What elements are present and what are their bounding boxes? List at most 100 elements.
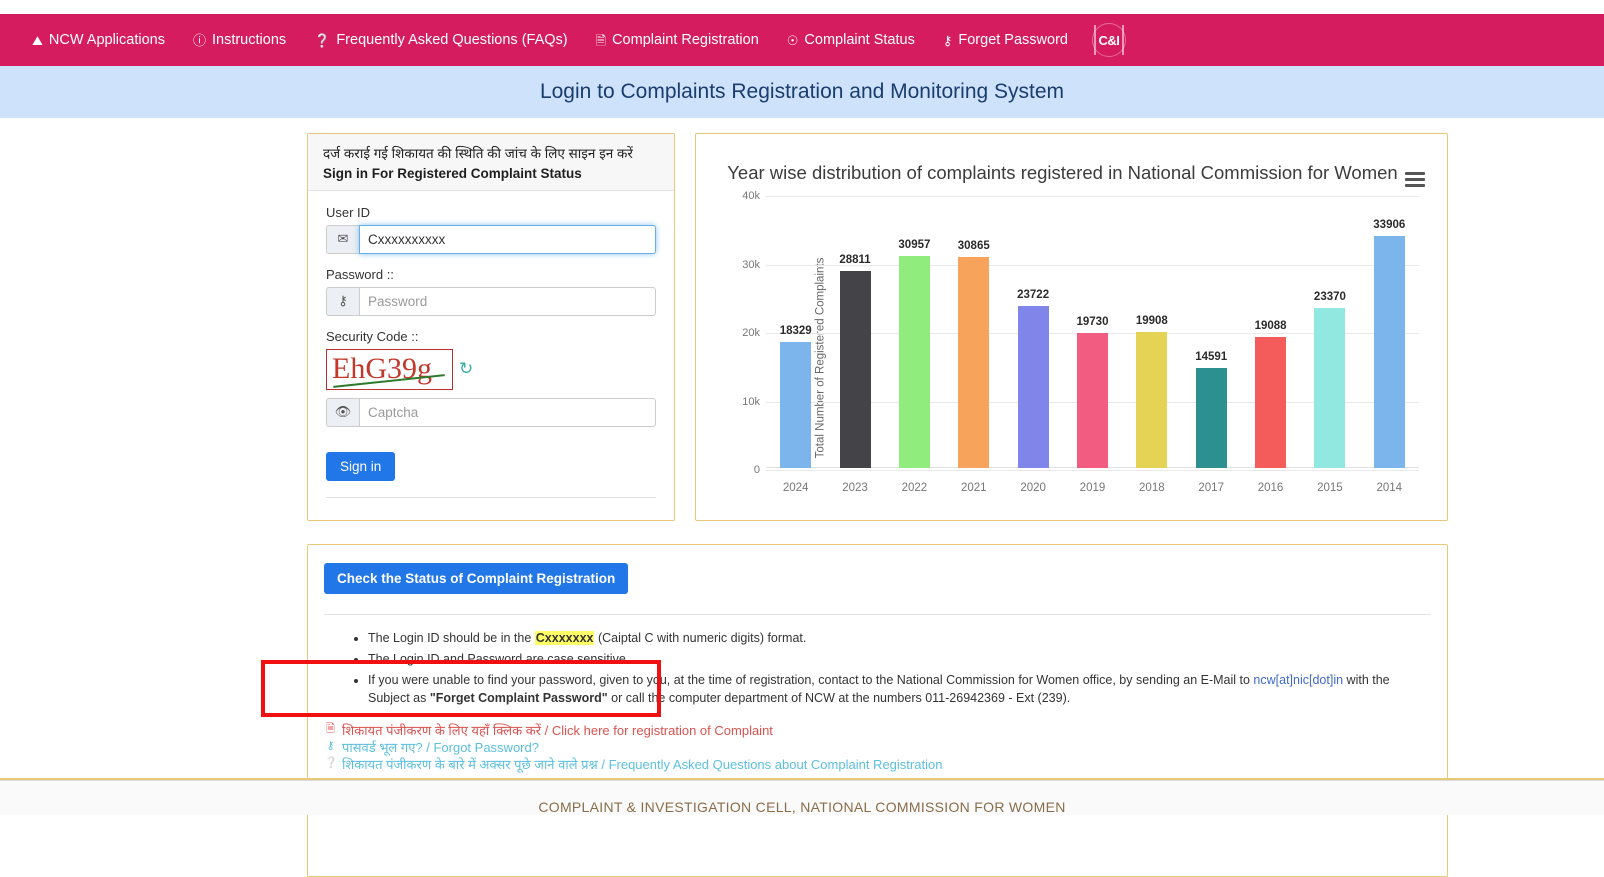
registration-link[interactable]: शिकायत पंजीकरण के लिए यहाँ क्लिक करें / … [342, 723, 773, 739]
footer-text: COMPLAINT & INVESTIGATION CELL, NATIONAL… [538, 799, 1065, 815]
chart-bar-column[interactable]: 23370 [1300, 196, 1359, 468]
chart-bar-value-label: 19088 [1255, 320, 1287, 332]
chart-bar-value-label: 18329 [780, 325, 812, 337]
bullet-3-pre: If you were unable to find your password… [368, 673, 1253, 687]
key-icon: ⚷ [326, 287, 359, 316]
chart-bar-column[interactable]: 28811 [825, 196, 884, 468]
chart-title: Year wise distribution of complaints reg… [696, 162, 1447, 184]
bullet-3-bold: "Forget Complaint Password" [430, 691, 608, 705]
nav-item-complaint-registration[interactable]: 🗎 Complaint Registration [582, 33, 773, 48]
chart-bar[interactable] [1196, 368, 1227, 468]
refresh-icon[interactable]: ↻ [459, 359, 473, 379]
nav-item-instructions[interactable]: ⓘ Instructions [179, 33, 300, 48]
link-row-faq[interactable]: ❔ शिकायत पंजीकरण के बारे में अक्सर पूछे … [324, 757, 1431, 773]
captcha-input[interactable] [359, 398, 656, 427]
page-title-band: Login to Complaints Registration and Mon… [0, 66, 1604, 118]
question-circle-icon: ❔ [324, 757, 337, 771]
info-links: 🗎 शिकायत पंजीकरण के लिए यहाँ क्लिक करें … [324, 723, 1431, 774]
chart-bars: 18329 28811 30957 30865 237221973019908 14591… [766, 196, 1419, 468]
chart-x-tick-label: 2014 [1360, 482, 1419, 494]
chart-bar[interactable] [1374, 236, 1405, 468]
list-item: The Login ID should be in the Cxxxxxxx (… [368, 629, 1431, 647]
chart-bar[interactable] [1077, 333, 1108, 468]
security-code-label: Security Code :: [326, 329, 656, 344]
login-card-divider [326, 497, 656, 498]
chart-bar-column[interactable]: 19908 [1122, 196, 1181, 468]
nav-label: NCW Applications [49, 33, 165, 48]
key-icon: ⚷ [324, 740, 337, 754]
info-card: Check the Status of Complaint Registrati… [307, 544, 1448, 877]
nav-item-ncw-applications[interactable]: ⛰ NCW Applications [18, 33, 179, 48]
chart-bar-value-label: 30957 [898, 239, 930, 251]
sign-in-button[interactable]: Sign in [326, 452, 395, 481]
eye-icon: 👁 [326, 398, 359, 427]
key-icon: ⚷ [943, 34, 953, 47]
question-circle-icon: ❔ [314, 34, 330, 47]
file-icon: 🗎 [596, 34, 606, 47]
nav-label: Instructions [212, 33, 286, 48]
logo-bar-right [1122, 25, 1124, 55]
info-bullet-list: The Login ID should be in the Cxxxxxxx (… [324, 629, 1431, 708]
chart-bar-column[interactable]: 19730 [1063, 196, 1122, 468]
userid-label: User ID [326, 205, 656, 220]
chart-bar[interactable] [840, 271, 871, 468]
chart-bar-value-label: 30865 [958, 240, 990, 252]
ci-logo: C&I [1092, 23, 1126, 57]
chart-x-tick-label: 2018 [1122, 482, 1181, 494]
nav-item-forget-password[interactable]: ⚷ Forget Password [929, 33, 1082, 48]
chart-bar[interactable] [780, 342, 811, 468]
chart-x-tick-label: 2016 [1241, 482, 1300, 494]
chart-bar-value-label: 14591 [1195, 351, 1227, 363]
userid-input[interactable] [359, 225, 656, 254]
chart-bar-column[interactable]: 30865 [944, 196, 1003, 468]
chart-x-tick-label: 2022 [885, 482, 944, 494]
chart-bar-value-label: 28811 [839, 254, 870, 266]
envelope-icon: ✉ [326, 225, 359, 254]
chart-y-tick-label: 20k [726, 327, 766, 339]
email-link[interactable]: ncw[at]nic[dot]in [1253, 673, 1343, 687]
page-footer: COMPLAINT & INVESTIGATION CELL, NATIONAL… [0, 780, 1604, 815]
password-input[interactable] [359, 287, 656, 316]
chart-card: Year wise distribution of complaints reg… [695, 133, 1448, 521]
nav-item-complaint-status[interactable]: ☉ Complaint Status [773, 33, 929, 48]
chart-y-tick-label: 30k [726, 259, 766, 271]
login-heading-hindi: दर्ज कराई गई शिकायत की स्थिति की जांच के… [323, 144, 659, 164]
login-heading-english: Sign in For Registered Complaint Status [323, 166, 659, 181]
chart-bar[interactable] [1314, 308, 1345, 468]
hamburger-menu-icon[interactable] [1405, 172, 1425, 191]
chart-bar-column[interactable]: 23722 [1003, 196, 1062, 468]
chart-bar[interactable] [958, 257, 989, 468]
link-row-registration[interactable]: 🗎 शिकायत पंजीकरण के लिए यहाँ क्लिक करें … [324, 723, 1431, 739]
nav-item-faqs[interactable]: ❔ Frequently Asked Questions (FAQs) [300, 33, 581, 48]
list-item: If you were unable to find your password… [368, 671, 1431, 707]
forgot-password-link[interactable]: पासवर्ड भूल गए? / Forgot Password? [342, 740, 539, 756]
chart-bar[interactable] [1136, 332, 1167, 468]
chart-x-tick-label: 2021 [944, 482, 1003, 494]
login-card: दर्ज कराई गई शिकायत की स्थिति की जांच के… [307, 133, 675, 521]
faq-link[interactable]: शिकायत पंजीकरण के बारे में अक्सर पूछे जा… [342, 757, 942, 773]
chart-bar-column[interactable]: 19088 [1241, 196, 1300, 468]
link-row-forgot-password[interactable]: ⚷ पासवर्ड भूल गए? / Forgot Password? [324, 740, 1431, 756]
login-card-header: दर्ज कराई गई शिकायत की स्थिति की जांच के… [308, 134, 674, 191]
chart-bar-column[interactable]: 30957 [885, 196, 944, 468]
chart-bar-column[interactable]: 14591 [1182, 196, 1241, 468]
check-status-button[interactable]: Check the Status of Complaint Registrati… [324, 563, 628, 594]
chart-y-tick-label: 0 [726, 464, 766, 476]
bullet-1-highlight: Cxxxxxxx [535, 631, 595, 645]
chart-bar-column[interactable]: 33906 [1360, 196, 1419, 468]
chart-bar[interactable] [1018, 306, 1049, 468]
chart-x-tick-label: 2024 [766, 482, 825, 494]
chart-x-tick-label: 2020 [1003, 482, 1062, 494]
chart-plot-area: Total Number of Registered Complaints 01… [696, 196, 1447, 520]
chart-bar[interactable] [899, 256, 930, 468]
chart-x-tick-label: 2023 [825, 482, 884, 494]
chart-bar-value-label: 33906 [1373, 219, 1405, 231]
chart-x-tick-label: 2017 [1182, 482, 1241, 494]
chart-x-tick-label: 2019 [1063, 482, 1122, 494]
main-navbar: ⛰ NCW Applications ⓘ Instructions ❔ Freq… [0, 14, 1604, 66]
chart-bar-column[interactable]: 18329 [766, 196, 825, 468]
password-label: Password :: [326, 267, 656, 282]
chart-bar[interactable] [1255, 337, 1286, 468]
captcha-row: EhG39g ↻ [326, 349, 656, 390]
captcha-image: EhG39g [326, 349, 453, 390]
